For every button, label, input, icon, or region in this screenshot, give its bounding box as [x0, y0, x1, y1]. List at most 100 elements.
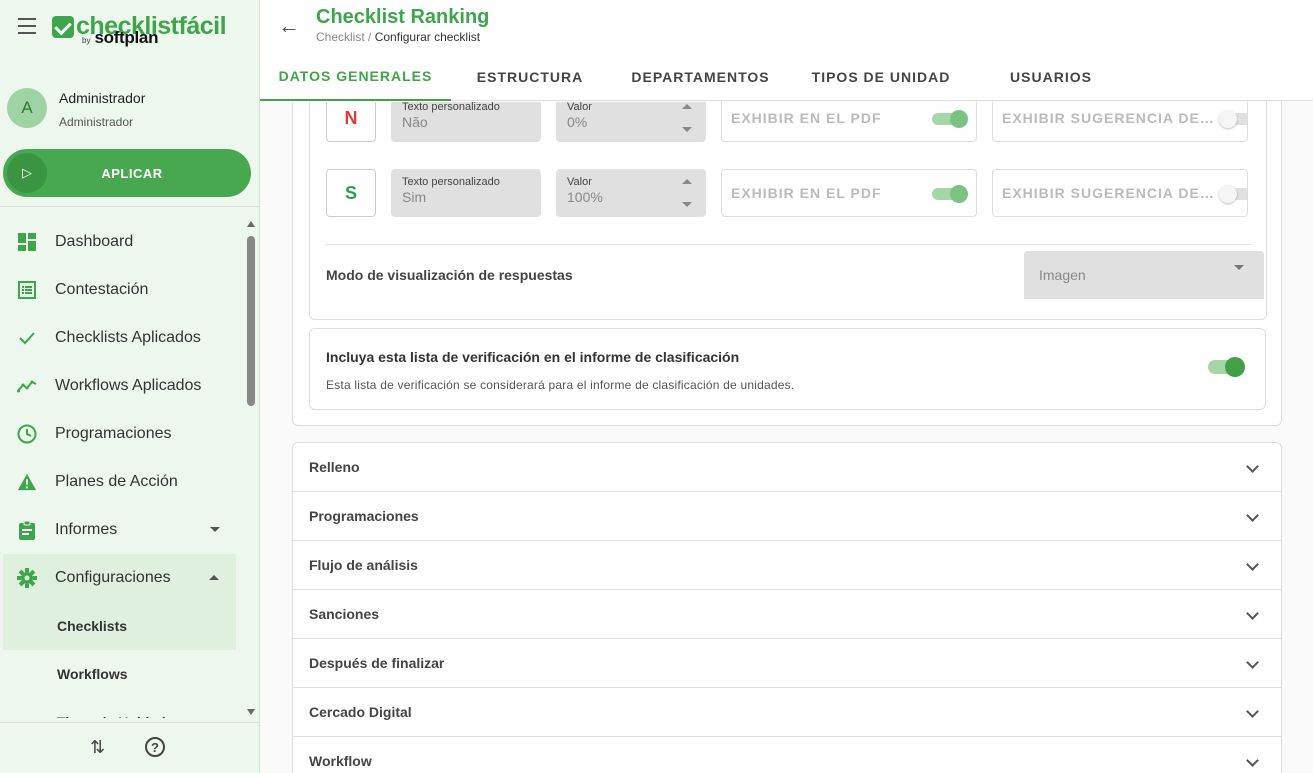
sidebar-item-informes[interactable]: Informes [0, 506, 244, 554]
sidebar-footer: ⇅ ? [0, 722, 259, 773]
sidebar-subitem-tipos-de-unidad[interactable]: Tipos de Unidad [0, 698, 244, 718]
value-field[interactable]: Valor 100% [556, 169, 706, 217]
sidebar: checklistfácil by softplan A Administrado… [0, 0, 260, 773]
sidebar-subitem-workflows[interactable]: Workflows [0, 650, 244, 698]
settings-accordion: Relleno Programaciones Flujo de análisis… [292, 442, 1282, 773]
toggle-label: EXHIBIR EN EL PDF [731, 185, 882, 201]
chevron-down-icon [1246, 509, 1259, 522]
sidebar-item-programaciones[interactable]: Programaciones [0, 410, 244, 458]
page-header: ← Checklist Ranking Checklist / Configur… [260, 0, 1313, 101]
accordion-despues-de-finalizar[interactable]: Después de finalizar [293, 639, 1281, 688]
pdf-toggle-box[interactable]: EXHIBIR EN EL PDF [721, 169, 977, 217]
list-icon [17, 280, 37, 300]
accordion-label: Después de finalizar [309, 655, 445, 671]
field-value: Sim [402, 189, 427, 205]
sidebar-item-label: Programaciones [55, 425, 172, 442]
ranking-description: Esta lista de verificación se considerar… [326, 378, 795, 392]
field-label: Texto personalizado [402, 176, 500, 188]
pdf-switch[interactable] [932, 185, 968, 203]
accordion-label: Workflow [309, 753, 372, 769]
custom-text-field[interactable]: Texto personalizado Sim [391, 169, 541, 217]
dashboard-icon [17, 232, 37, 252]
sidebar-scrollbar[interactable] [245, 218, 258, 718]
sidebar-item-label: Checklists Aplicados [55, 329, 201, 346]
sidebar-item-configuraciones[interactable]: Configuraciones [3, 554, 236, 602]
accordion-workflow[interactable]: Workflow [293, 737, 1281, 773]
toggle-label: EXHIBIR SUGERENCIA DE… [1002, 110, 1215, 126]
pdf-switch[interactable] [932, 110, 968, 128]
breadcrumb-root[interactable]: Checklist [316, 30, 365, 44]
accordion-label: Cercado Digital [309, 704, 412, 720]
apply-button-label: APLICAR [101, 165, 163, 181]
suggestion-switch[interactable] [1219, 185, 1247, 203]
pdf-toggle-box[interactable]: EXHIBIR EN EL PDF [721, 102, 977, 142]
accordion-sanciones[interactable]: Sanciones [293, 590, 1281, 639]
ranking-switch[interactable] [1208, 357, 1246, 377]
tab-bar: DATOS GENERALES ESTRUCTURA DEPARTAMENTOS… [260, 52, 1132, 101]
tab-estructura[interactable]: ESTRUCTURA [451, 52, 609, 101]
value-field[interactable]: Valor 0% [556, 102, 706, 142]
stepper-icon[interactable] [682, 177, 692, 209]
logo-brand-name: softplan [94, 28, 159, 47]
suggestion-toggle-box[interactable]: EXHIBIR SUGERENCIA DE… [992, 102, 1248, 142]
accordion-cercado-digital[interactable]: Cercado Digital [293, 688, 1281, 737]
logo-by: by [82, 36, 91, 45]
sidebar-item-dashboard[interactable]: Dashboard [0, 218, 244, 266]
answer-row-n: N Texto personalizado Não Valor 0% EXHIB… [326, 102, 1256, 143]
gear-icon [17, 568, 37, 588]
chevron-down-icon [1246, 656, 1259, 669]
accordion-programaciones[interactable]: Programaciones [293, 492, 1281, 541]
custom-text-field[interactable]: Texto personalizado Não [391, 102, 541, 142]
sidebar-item-contestacion[interactable]: Contestación [0, 266, 244, 314]
chevron-down-icon [210, 527, 220, 532]
warning-icon [17, 472, 37, 492]
answer-letter: N [326, 102, 376, 142]
avatar: A [7, 88, 47, 128]
sidebar-item-checklists-aplicados[interactable]: Checklists Aplicados [0, 314, 244, 362]
ranking-card: Incluya esta lista de verificación en el… [309, 328, 1266, 410]
general-settings-card: N Texto personalizado Não Valor 0% EXHIB… [292, 102, 1282, 426]
back-arrow-icon[interactable]: ← [278, 13, 300, 39]
help-icon[interactable]: ? [145, 737, 165, 757]
check-icon [17, 328, 37, 348]
accordion-flujo-de-analisis[interactable]: Flujo de análisis [293, 541, 1281, 590]
breadcrumb-separator: / [368, 30, 372, 44]
chevron-down-icon [1234, 265, 1244, 270]
apply-button[interactable]: ▷ APLICAR [3, 149, 251, 197]
accordion-label: Programaciones [309, 508, 419, 524]
answer-row-s: S Texto personalizado Sim Valor 100% EXH… [326, 168, 1256, 218]
scroll-thumb[interactable] [247, 236, 255, 406]
clipboard-icon [17, 520, 37, 540]
field-label: Valor [567, 176, 592, 188]
field-value: 0% [567, 114, 588, 130]
user-name: Administrador [59, 90, 146, 106]
stepper-icon[interactable] [682, 102, 692, 134]
suggestion-switch[interactable] [1219, 110, 1247, 128]
clock-icon [17, 424, 37, 444]
breadcrumb-current: Configurar checklist [374, 30, 481, 44]
sidebar-item-workflows-aplicados[interactable]: Workflows Aplicados [0, 362, 244, 410]
sidebar-nav: Dashboard Contestación Checklists Aplica… [0, 218, 244, 718]
chevron-down-icon [1246, 705, 1259, 718]
tab-datos-generales[interactable]: DATOS GENERALES [260, 52, 451, 101]
scroll-down-icon[interactable] [247, 709, 255, 715]
sidebar-divider [0, 206, 259, 207]
menu-icon[interactable] [18, 18, 38, 34]
toggle-label: EXHIBIR EN EL PDF [731, 110, 882, 126]
scroll-up-icon[interactable] [247, 221, 255, 227]
sidebar-item-planes-de-accion[interactable]: Planes de Acción [0, 458, 244, 506]
display-mode-label: Modo de visualización de respuestas [326, 267, 573, 283]
sidebar-subitem-checklists[interactable]: Checklists [3, 602, 236, 650]
display-mode-select[interactable]: Imagen [1024, 251, 1264, 299]
field-value: 100% [567, 189, 603, 205]
logo-check-icon [52, 15, 74, 38]
tab-departamentos[interactable]: DEPARTAMENTOS [609, 52, 792, 101]
user-profile[interactable]: A Administrador Administrador [7, 88, 252, 132]
accordion-label: Sanciones [309, 606, 380, 622]
suggestion-toggle-box[interactable]: EXHIBIR SUGERENCIA DE… [992, 169, 1248, 217]
tab-usuarios[interactable]: USUARIOS [970, 52, 1132, 101]
accordion-relleno[interactable]: Relleno [293, 443, 1281, 492]
swap-icon[interactable]: ⇅ [90, 737, 105, 758]
field-label: Texto personalizado [402, 102, 500, 113]
tab-tipos-de-unidad[interactable]: TIPOS DE UNIDAD [792, 52, 970, 101]
